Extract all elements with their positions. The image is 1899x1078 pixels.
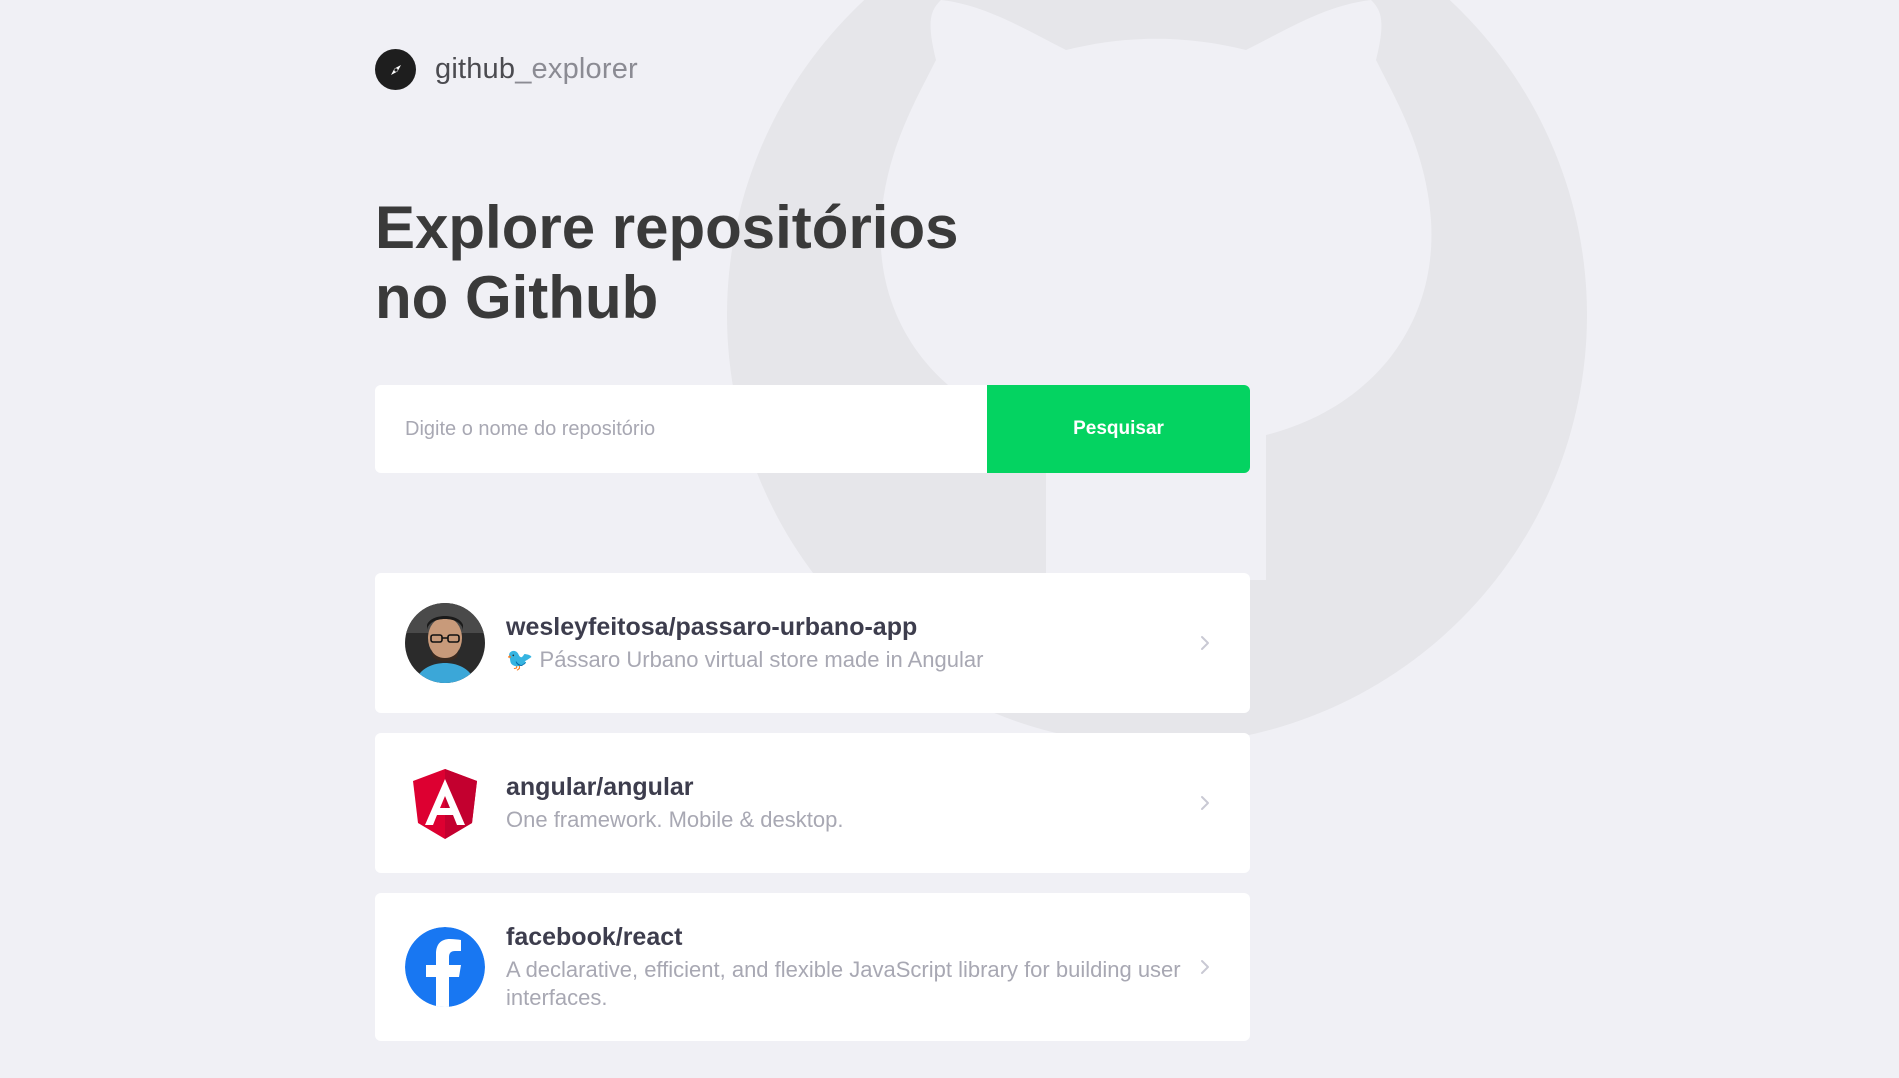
repository-list: wesleyfeitosa/passaro-urbano-app 🐦 Pássa… — [375, 573, 1250, 1061]
repository-info: angular/angular One framework. Mobile & … — [506, 772, 1214, 834]
facebook-logo-icon — [405, 927, 485, 1007]
repository-name: angular/angular — [506, 773, 694, 801]
user-photo-avatar — [405, 603, 485, 683]
brand-name: github_explorer — [435, 53, 638, 86]
repository-description: A declarative, efficient, and flexible J… — [506, 957, 1181, 1010]
page-title: Explore repositórios no Github — [375, 193, 995, 333]
repository-info: facebook/react A declarative, efficient,… — [506, 922, 1214, 1012]
chevron-right-icon — [1201, 796, 1209, 810]
repository-card[interactable]: facebook/react A declarative, efficient,… — [375, 893, 1250, 1041]
bird-emoji: 🐦 — [506, 647, 534, 672]
repository-description: 🐦 Pássaro Urbano virtual store made in A… — [506, 646, 1184, 674]
search-form: Pesquisar — [375, 385, 1250, 473]
repository-description-text: Pássaro Urbano virtual store made in Ang… — [539, 647, 984, 672]
repository-name: facebook/react — [506, 923, 683, 951]
search-button[interactable]: Pesquisar — [987, 385, 1250, 473]
repository-name: wesleyfeitosa/passaro-urbano-app — [506, 613, 918, 641]
chevron-right-icon — [1201, 636, 1209, 650]
angular-logo-icon — [405, 763, 485, 843]
chevron-right-icon — [1201, 960, 1209, 974]
repository-card[interactable]: angular/angular One framework. Mobile & … — [375, 733, 1250, 873]
repository-description: One framework. Mobile & desktop. — [506, 807, 844, 832]
page-title-line2: no Github — [375, 264, 659, 331]
repository-card[interactable]: wesleyfeitosa/passaro-urbano-app 🐦 Pássa… — [375, 573, 1250, 713]
repository-search-input[interactable] — [375, 385, 987, 473]
app-header: github_explorer — [375, 49, 638, 90]
brand-name-part1: github — [435, 53, 516, 85]
compass-icon — [375, 49, 416, 90]
page-title-line1: Explore repositórios — [375, 194, 959, 261]
repository-info: wesleyfeitosa/passaro-urbano-app 🐦 Pássa… — [506, 612, 1214, 674]
brand-name-part2: _explorer — [515, 53, 638, 85]
